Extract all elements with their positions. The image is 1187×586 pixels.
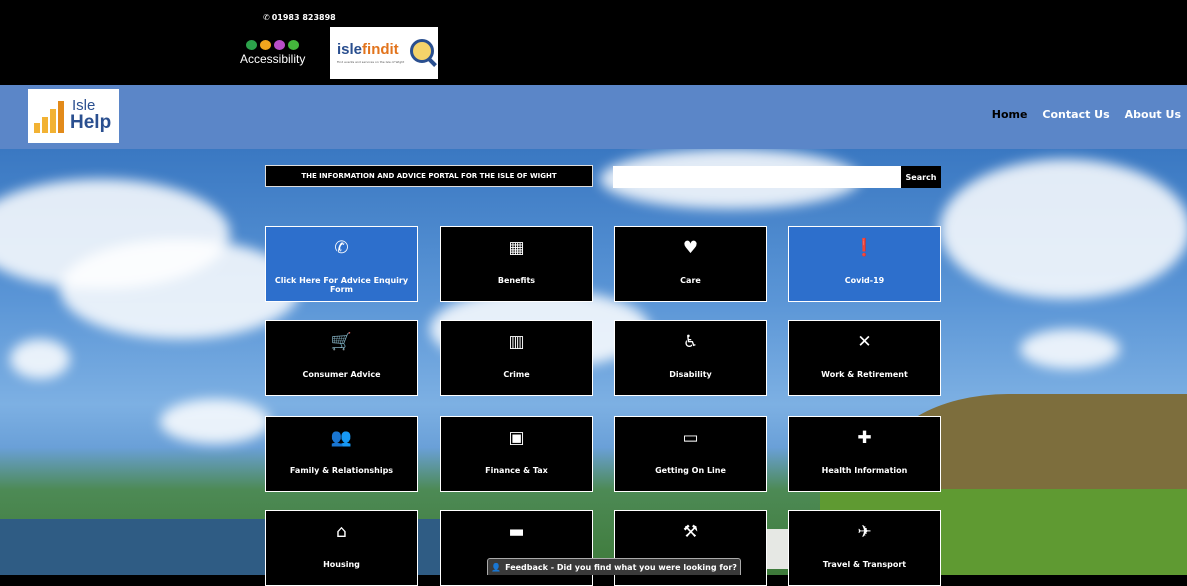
tile-label: Housing — [323, 560, 360, 569]
tile-label: Travel & Transport — [822, 560, 907, 569]
gavel-icon: ⚒ — [682, 522, 699, 542]
cloud — [940, 159, 1187, 299]
ear-icon — [274, 40, 285, 50]
top-bar — [0, 0, 1187, 85]
user-icon: 👤 — [491, 562, 502, 572]
tile-label: Family & Relationships — [289, 466, 394, 475]
cart-icon: 🛒 — [330, 332, 353, 352]
sea — [0, 519, 500, 575]
isf-brand-b: findit — [362, 41, 399, 58]
plane-icon: ✈ — [857, 522, 872, 542]
category-tile[interactable]: ✕ Work & Retirement — [788, 320, 941, 396]
money-icon: ▣ — [508, 428, 525, 448]
isf-tagline: Find events and services on the Isle of … — [337, 60, 405, 64]
phone-icon: ✆ — [334, 238, 349, 258]
tile-label: Click Here For Advice Enquiry Form — [274, 276, 409, 294]
tile-label: Work & Retirement — [821, 370, 908, 379]
tile-label: Care — [680, 276, 701, 285]
tile-label: Benefits — [497, 276, 536, 285]
feedback-tab[interactable]: 👤 Feedback - Did you find what you were … — [487, 558, 741, 575]
tile-label: Finance & Tax — [485, 466, 548, 475]
nav-about-us[interactable]: About Us — [1125, 108, 1181, 121]
accessibility-label: Accessibility — [240, 52, 306, 66]
category-tile[interactable]: ▣ Finance & Tax — [440, 416, 593, 492]
brain-icon — [288, 40, 299, 50]
heart-icon: ♥ — [682, 238, 699, 258]
feedback-label: Feedback - Did you find what you were lo… — [505, 562, 737, 572]
phone-number[interactable]: ✆ 01983 823898 — [263, 13, 336, 22]
category-tile[interactable]: ✚ Health Information — [788, 416, 941, 492]
cloud — [60, 239, 300, 339]
monitor-icon: ▭ — [682, 428, 699, 448]
tile-label: Covid-19 — [844, 276, 885, 285]
nav-contact-us[interactable]: Contact Us — [1042, 108, 1109, 121]
cloud — [10, 339, 70, 379]
accessibility-icons — [246, 40, 320, 50]
hand-icon — [260, 40, 271, 50]
main-nav: Home Contact Us About Us — [992, 108, 1181, 121]
tools-icon: ✕ — [857, 332, 872, 352]
portal-tagline: THE INFORMATION AND ADVICE PORTAL FOR TH… — [265, 165, 593, 187]
phone-icon: ✆ — [263, 13, 270, 22]
isf-brand-a: isle — [337, 41, 363, 58]
islefindit-logo[interactable]: islefindit Find events and services on t… — [330, 27, 438, 79]
calculator-icon: ▦ — [508, 238, 525, 258]
alert-icon: ❗ — [853, 238, 876, 258]
hero-background — [0, 149, 1187, 575]
logo-help: Help — [70, 112, 112, 133]
nav-home[interactable]: Home — [992, 108, 1028, 121]
cloud — [160, 399, 270, 444]
site-logo[interactable]: Isle Help — [28, 89, 119, 143]
magnifier-handle — [427, 57, 437, 67]
category-tile[interactable]: ✆ Click Here For Advice Enquiry Form — [265, 226, 418, 302]
wheelchair-icon: ♿ — [682, 332, 699, 352]
category-tile[interactable]: 🛒 Consumer Advice — [265, 320, 418, 396]
people-icon: 👥 — [330, 428, 353, 448]
eye-icon — [246, 40, 257, 50]
category-tile[interactable]: ▦ Benefits — [440, 226, 593, 302]
category-tile[interactable]: ♥ Care — [614, 226, 767, 302]
tile-label: Disability — [669, 370, 712, 379]
cloud — [1020, 329, 1120, 369]
tile-label: Health Information — [821, 466, 908, 475]
category-tile[interactable]: ♿ Disability — [614, 320, 767, 396]
search-button[interactable]: Search — [901, 166, 941, 188]
accessibility-link[interactable]: Accessibility — [240, 40, 320, 76]
category-tile[interactable]: ▭ Getting On Line — [614, 416, 767, 492]
briefcase-icon: ▬ — [508, 522, 525, 542]
tile-label: Consumer Advice — [302, 370, 381, 379]
tile-label: Crime — [503, 370, 530, 379]
category-tile[interactable]: ▥ Crime — [440, 320, 593, 396]
category-tile[interactable]: 👥 Family & Relationships — [265, 416, 418, 492]
logo-bars-icon — [34, 101, 68, 133]
barcode-icon: ▥ — [508, 332, 525, 352]
medical-icon: ✚ — [857, 428, 872, 448]
search-input[interactable] — [613, 166, 901, 188]
home-icon: ⌂ — [336, 522, 347, 542]
category-tile[interactable]: ❗ Covid-19 — [788, 226, 941, 302]
tile-label: Getting On Line — [655, 466, 726, 475]
